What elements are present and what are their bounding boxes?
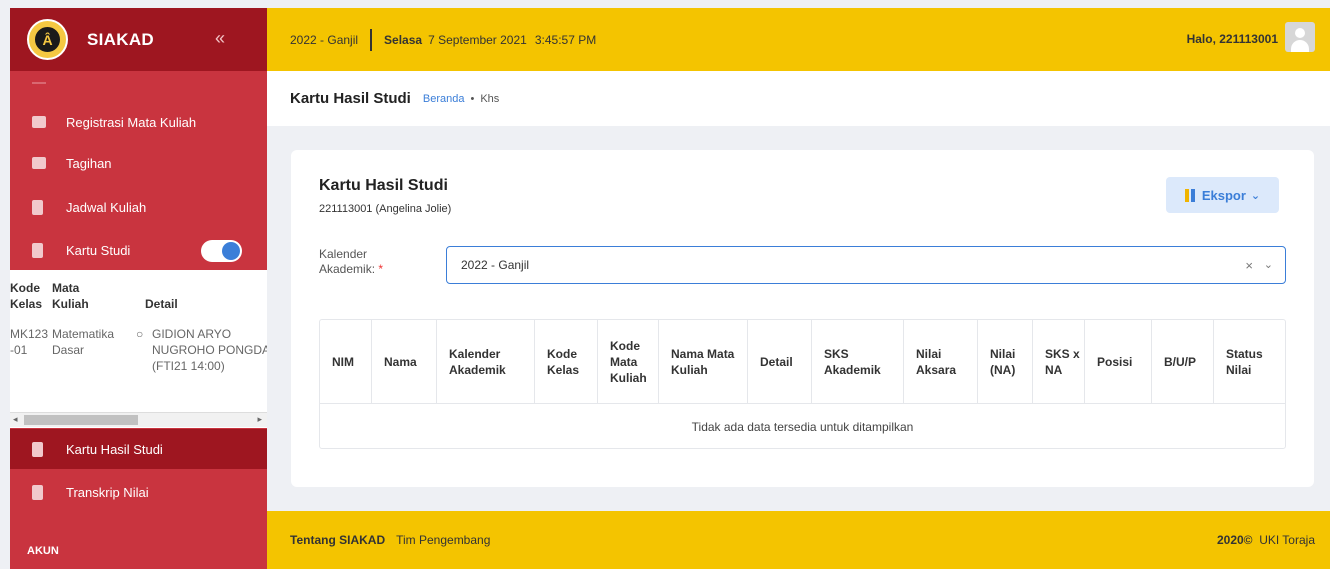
user-greeting[interactable]: Halo, 221113001 — [1187, 32, 1278, 46]
student-identity: 221113001 (Angelina Jolie) — [319, 203, 452, 215]
chat-icon — [32, 116, 46, 128]
kalender-label-text: Kalender Akademik: — [319, 247, 376, 276]
toggle-knob — [222, 242, 240, 260]
chevron-down-icon: ⌄ — [1250, 189, 1261, 202]
copyright-org: UKI Toraja — [1259, 533, 1315, 547]
kalender-select[interactable]: 2022 - Ganjil × ⌄ — [446, 246, 1286, 284]
current-time: 3:45:57 PM — [534, 32, 597, 47]
export-button[interactable]: Ekspor ⌄ — [1166, 177, 1279, 213]
mini-table-cell: MK123-01 — [10, 327, 49, 357]
export-label: Ekspor — [1201, 187, 1246, 203]
column-header[interactable]: Nama — [371, 320, 436, 403]
sidebar-item-jadwal[interactable]: Jadwal Kuliah — [10, 187, 267, 227]
mini-table-header: Detail — [145, 297, 178, 311]
sidebar-item-kartu-studi[interactable]: Kartu Studi — [10, 230, 267, 270]
app-root: Â SIAKAD « Registrasi Mata Kuliah Tagiha… — [0, 0, 1330, 569]
column-header[interactable]: Status Nilai — [1213, 320, 1285, 403]
required-mark: * — [378, 262, 384, 276]
sidebar-item-transkrip[interactable]: Transkrip Nilai — [10, 472, 267, 512]
academic-period: 2022 - Ganjil — [290, 32, 359, 47]
breadcrumb-home-link[interactable]: Beranda — [423, 93, 465, 105]
footer-copyright: 2020© UKI Toraja — [1217, 533, 1315, 547]
collapse-sidebar-icon[interactable]: « — [215, 28, 225, 49]
column-header[interactable]: Nama Mata Kuliah — [658, 320, 747, 403]
card-title: Kartu Hasil Studi — [319, 177, 448, 194]
mini-table-cell: Matematika Dasar — [52, 327, 115, 357]
sidebar-item-tagihan[interactable]: Tagihan — [10, 143, 267, 183]
column-header[interactable]: Detail — [747, 320, 811, 403]
sidebar-item-registrasi[interactable]: Registrasi Mata Kuliah — [10, 102, 267, 142]
footer-team-link[interactable]: Tim Pengembang — [396, 533, 490, 547]
scroll-left-icon[interactable]: ◂ — [13, 414, 18, 425]
mini-table-header: Kode Kelas — [10, 281, 43, 311]
column-header[interactable]: SKS x NA — [1032, 320, 1084, 403]
column-header[interactable]: Posisi — [1084, 320, 1151, 403]
column-header[interactable]: NIM — [320, 320, 371, 403]
page-title: Kartu Hasil Studi — [290, 90, 411, 107]
document-icon — [32, 484, 43, 500]
avatar-icon[interactable] — [1285, 22, 1315, 52]
column-header[interactable]: B/U/P — [1151, 320, 1213, 403]
clipboard-icon — [32, 199, 43, 215]
sidebar-header: Â SIAKAD « — [10, 8, 267, 71]
mini-table-header: Mata Kuliah — [52, 281, 89, 311]
topbar-divider — [370, 28, 373, 51]
sidebar-item-label: Tagihan — [66, 155, 112, 171]
logo-emblem-icon: Â — [33, 25, 62, 54]
column-header[interactable]: Nilai (NA) — [977, 320, 1032, 403]
empty-state-message: Tidak ada data tersedia untuk ditampilka… — [691, 419, 914, 434]
copyright-year: 2020© — [1216, 533, 1253, 547]
app-name: SIAKAD — [87, 29, 154, 49]
sidebar-item-label: Kartu Studi — [66, 242, 131, 258]
column-header[interactable]: Kalender Akademik — [436, 320, 534, 403]
khs-card: Kartu Hasil Studi 221113001 (Angelina Jo… — [291, 150, 1314, 487]
document-icon — [32, 242, 43, 258]
sidebar-item-label: Jadwal Kuliah — [66, 199, 147, 215]
chevron-down-icon[interactable]: ⌄ — [1264, 258, 1273, 271]
topbar: 2022 - Ganjil Selasa 7 September 2021 3:… — [267, 8, 1330, 71]
clear-icon[interactable]: × — [1245, 258, 1253, 273]
breadcrumb-separator: • — [470, 92, 475, 105]
current-date: 7 September 2021 — [428, 32, 527, 47]
breadcrumb: Beranda • Khs — [423, 93, 499, 105]
export-icon — [1184, 188, 1195, 202]
sidebar: Â SIAKAD « Registrasi Mata Kuliah Tagiha… — [10, 8, 267, 569]
university-logo: Â — [27, 19, 68, 60]
scroll-right-icon[interactable]: ▸ — [257, 414, 262, 425]
sidebar-item-label: Kartu Hasil Studi — [66, 441, 163, 457]
current-day: Selasa — [384, 32, 423, 47]
sidebar-item-label: Transkrip Nilai — [66, 484, 149, 500]
column-header[interactable]: SKS Akademik — [811, 320, 903, 403]
kartu-studi-toggle[interactable] — [201, 240, 242, 262]
mini-table-cell: GIDION ARYO NUGROHO PONGDATU (FTI21 14:0… — [152, 327, 267, 373]
kalender-label: Kalender Akademik: * — [319, 247, 409, 277]
list-bullet-icon: ○ — [136, 327, 144, 341]
kalender-selected-value: 2022 - Ganjil — [461, 258, 530, 272]
check-document-icon — [32, 441, 43, 457]
column-header[interactable]: Kode Kelas — [534, 320, 597, 403]
column-header[interactable]: Nilai Aksara — [903, 320, 977, 403]
sidebar-item-label: Registrasi Mata Kuliah — [66, 114, 197, 130]
page-subheader: Kartu Hasil Studi Beranda • Khs — [267, 71, 1330, 126]
footer: Tentang SIAKAD Tim Pengembang 2020© UKI … — [267, 511, 1330, 569]
sidebar-divider — [32, 82, 46, 84]
chat-icon — [32, 157, 46, 169]
sidebar-section-akun: AKUN — [27, 545, 59, 557]
sidebar-mini-table: Kode Kelas Mata Kuliah Detail MK123-01 M… — [10, 270, 267, 428]
breadcrumb-current: Khs — [480, 92, 500, 105]
sidebar-item-kartu-hasil-studi[interactable]: Kartu Hasil Studi — [10, 429, 267, 469]
horizontal-scrollbar[interactable]: ◂ ▸ — [10, 412, 267, 427]
khs-table: NIM Nama Kalender Akademik Kode Kelas Ko… — [319, 319, 1286, 449]
footer-about-link[interactable]: Tentang SIAKAD — [290, 533, 385, 547]
column-header[interactable]: Kode Mata Kuliah — [597, 320, 658, 403]
scrollbar-thumb[interactable] — [24, 415, 138, 425]
